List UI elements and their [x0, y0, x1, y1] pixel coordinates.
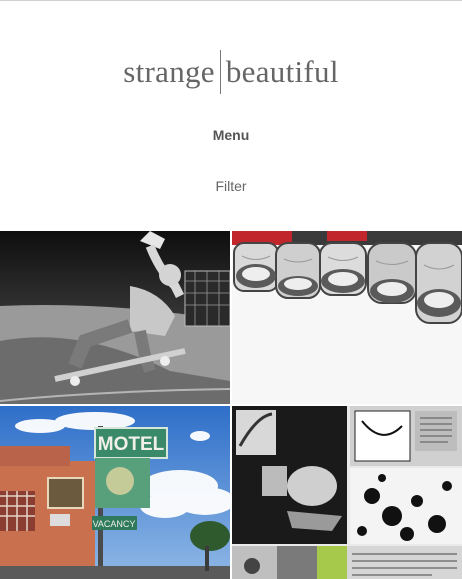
filter-link[interactable]: Filter — [0, 178, 462, 194]
logo-divider — [219, 50, 221, 94]
site-logo[interactable]: strange beautiful — [0, 50, 462, 94]
motel-sign-text: MOTEL — [98, 434, 165, 455]
logo-word-left: strange — [123, 54, 215, 89]
vacancy-sign-text: VACANCY — [93, 519, 136, 529]
logo-word-right: beautiful — [225, 54, 339, 89]
top-divider — [0, 0, 462, 1]
menu-link[interactable]: Menu — [0, 127, 462, 143]
zine-collage-photo[interactable] — [232, 406, 462, 579]
motel-sign-photo[interactable]: MOTEL VACANCY — [0, 406, 230, 579]
glass-jars-photo[interactable] — [232, 231, 462, 404]
skateboarder-photo[interactable] — [0, 231, 230, 404]
photo-grid: MOTEL VACANCY — [0, 231, 462, 579]
